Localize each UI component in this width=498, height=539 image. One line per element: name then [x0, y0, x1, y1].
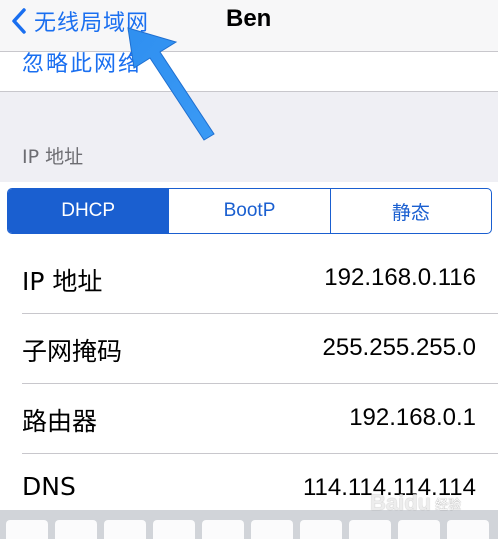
watermark: Baidu 经验 [370, 490, 461, 516]
page-title: Ben [226, 5, 272, 32]
keyboard-key[interactable] [300, 520, 342, 539]
row-label: 子网掩码 [22, 337, 123, 366]
navigation-bar: 无线局域网 Ben [0, 0, 498, 52]
keyboard-key[interactable] [447, 520, 489, 539]
chevron-left-icon [12, 8, 26, 34]
table-row-ip-address: IP 地址 192.168.0.116 [0, 244, 498, 314]
keyboard-key[interactable] [55, 520, 97, 539]
table-row-router: 路由器 192.168.0.1 [0, 384, 498, 454]
back-button-label: 无线局域网 [34, 11, 150, 36]
watermark-text: Baidu [370, 490, 432, 515]
back-button[interactable]: 无线局域网 [10, 6, 149, 36]
keyboard-key[interactable] [153, 520, 195, 539]
row-value: 255.255.255.0 [322, 334, 476, 361]
ignore-network-row[interactable]: 忽略此网络 [0, 52, 498, 92]
segment-static[interactable]: 静态 [331, 189, 491, 233]
keyboard-key[interactable] [398, 520, 440, 539]
ignore-network-label: 忽略此网络 [22, 52, 143, 77]
keyboard-key[interactable] [104, 520, 146, 539]
keyboard-key[interactable] [349, 520, 391, 539]
row-label: 路由器 [22, 407, 98, 436]
row-label: DNS [22, 472, 76, 501]
keyboard-key[interactable] [251, 520, 293, 539]
ip-mode-segmented-control: DHCP BootP 静态 [7, 188, 492, 234]
ip-settings-table: IP 地址 192.168.0.116 子网掩码 255.255.255.0 路… [0, 244, 498, 514]
row-value: 192.168.0.1 [349, 404, 476, 431]
section-header: IP 地址 [22, 146, 84, 168]
keyboard-key[interactable] [6, 520, 48, 539]
row-value: 192.168.0.116 [324, 264, 476, 291]
segment-dhcp[interactable]: DHCP [8, 189, 170, 233]
segmented-control-band: DHCP BootP 静态 [0, 182, 498, 244]
keyboard-key[interactable] [202, 520, 244, 539]
table-row-subnet-mask: 子网掩码 255.255.255.0 [0, 314, 498, 384]
watermark-sub: 经验 [435, 497, 462, 513]
segment-bootp[interactable]: BootP [169, 189, 331, 233]
row-label: IP 地址 [22, 267, 103, 296]
